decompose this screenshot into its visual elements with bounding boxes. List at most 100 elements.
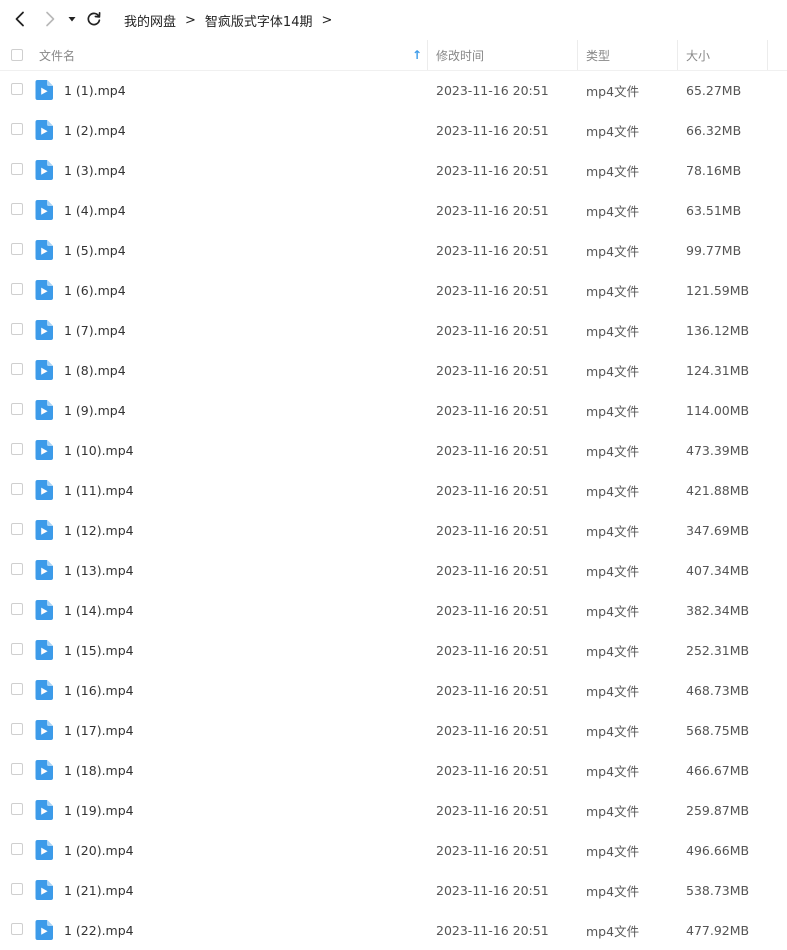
breadcrumb-item-current-folder[interactable]: 智疯版式字体14期 — [205, 11, 313, 30]
video-file-icon — [35, 560, 53, 580]
row-checkbox[interactable] — [11, 803, 23, 815]
file-modified: 2023-11-16 20:51 — [436, 242, 549, 258]
file-row[interactable]: 1 (22).mp4 2023-11-16 20:51 mp4文件 477.92… — [0, 910, 787, 950]
checkbox-box — [11, 49, 23, 61]
file-row[interactable]: 1 (5).mp4 2023-11-16 20:51 mp4文件 99.77MB — [0, 230, 787, 270]
file-row[interactable]: 1 (17).mp4 2023-11-16 20:51 mp4文件 568.75… — [0, 710, 787, 750]
file-row[interactable]: 1 (9).mp4 2023-11-16 20:51 mp4文件 114.00M… — [0, 390, 787, 430]
file-name: 1 (2).mp4 — [64, 122, 126, 138]
file-row[interactable]: 1 (2).mp4 2023-11-16 20:51 mp4文件 66.32MB — [0, 110, 787, 150]
column-header-name[interactable]: 文件名 — [39, 40, 75, 70]
column-header-modified[interactable]: 修改时间 — [436, 40, 484, 70]
forward-button[interactable] — [39, 8, 61, 30]
column-divider[interactable] — [677, 40, 678, 70]
file-name: 1 (13).mp4 — [64, 562, 134, 578]
back-button[interactable] — [9, 8, 31, 30]
file-name: 1 (1).mp4 — [64, 82, 126, 98]
video-file-icon — [35, 280, 53, 300]
row-checkbox[interactable] — [11, 683, 23, 695]
file-size: 468.73MB — [686, 682, 750, 698]
file-name: 1 (16).mp4 — [64, 682, 134, 698]
file-row[interactable]: 1 (18).mp4 2023-11-16 20:51 mp4文件 466.67… — [0, 750, 787, 790]
caret-down-icon — [68, 17, 76, 22]
row-checkbox[interactable] — [11, 763, 23, 775]
file-size: 114.00MB — [686, 402, 750, 418]
file-name: 1 (6).mp4 — [64, 282, 126, 298]
file-size: 347.69MB — [686, 522, 750, 538]
sort-ascending-icon[interactable]: ↑ — [412, 40, 422, 70]
file-row[interactable]: 1 (3).mp4 2023-11-16 20:51 mp4文件 78.16MB — [0, 150, 787, 190]
file-row[interactable]: 1 (21).mp4 2023-11-16 20:51 mp4文件 538.73… — [0, 870, 787, 910]
file-type: mp4文件 — [586, 363, 640, 379]
file-row[interactable]: 1 (14).mp4 2023-11-16 20:51 mp4文件 382.34… — [0, 590, 787, 630]
file-size: 473.39MB — [686, 442, 750, 458]
column-divider[interactable] — [577, 40, 578, 70]
video-file-icon — [35, 720, 53, 740]
file-size: 252.31MB — [686, 642, 750, 658]
video-file-icon — [35, 440, 53, 460]
column-header-type[interactable]: 类型 — [586, 40, 610, 70]
breadcrumb-item-my-drive[interactable]: 我的网盘 — [124, 11, 176, 30]
row-checkbox[interactable] — [11, 363, 23, 375]
file-modified: 2023-11-16 20:51 — [436, 82, 549, 98]
file-name: 1 (15).mp4 — [64, 642, 134, 658]
file-row[interactable]: 1 (12).mp4 2023-11-16 20:51 mp4文件 347.69… — [0, 510, 787, 550]
refresh-icon — [87, 11, 101, 26]
file-size: 382.34MB — [686, 602, 750, 618]
column-header-size[interactable]: 大小 — [686, 40, 710, 70]
file-row[interactable]: 1 (10).mp4 2023-11-16 20:51 mp4文件 473.39… — [0, 430, 787, 470]
row-checkbox[interactable] — [11, 523, 23, 535]
video-file-icon — [35, 360, 53, 380]
row-checkbox[interactable] — [11, 163, 23, 175]
file-type: mp4文件 — [586, 163, 640, 179]
row-checkbox[interactable] — [11, 563, 23, 575]
file-modified: 2023-11-16 20:51 — [436, 122, 549, 138]
row-checkbox[interactable] — [11, 443, 23, 455]
select-all-checkbox[interactable] — [11, 40, 23, 70]
row-checkbox[interactable] — [11, 283, 23, 295]
column-divider[interactable] — [427, 40, 428, 70]
file-row[interactable]: 1 (4).mp4 2023-11-16 20:51 mp4文件 63.51MB — [0, 190, 787, 230]
file-modified: 2023-11-16 20:51 — [436, 282, 549, 298]
file-type: mp4文件 — [586, 523, 640, 539]
row-checkbox[interactable] — [11, 483, 23, 495]
file-row[interactable]: 1 (13).mp4 2023-11-16 20:51 mp4文件 407.34… — [0, 550, 787, 590]
column-divider[interactable] — [767, 40, 768, 70]
file-row[interactable]: 1 (20).mp4 2023-11-16 20:51 mp4文件 496.66… — [0, 830, 787, 870]
breadcrumb: 我的网盘 > 智疯版式字体14期 > — [124, 0, 341, 40]
video-file-icon — [35, 600, 53, 620]
row-checkbox[interactable] — [11, 243, 23, 255]
file-size: 421.88MB — [686, 482, 750, 498]
file-row[interactable]: 1 (1).mp4 2023-11-16 20:51 mp4文件 65.27MB — [0, 70, 787, 110]
row-checkbox[interactable] — [11, 123, 23, 135]
file-row[interactable]: 1 (6).mp4 2023-11-16 20:51 mp4文件 121.59M… — [0, 270, 787, 310]
file-row[interactable]: 1 (8).mp4 2023-11-16 20:51 mp4文件 124.31M… — [0, 350, 787, 390]
file-size: 466.67MB — [686, 762, 750, 778]
file-size: 259.87MB — [686, 802, 750, 818]
row-checkbox[interactable] — [11, 603, 23, 615]
row-checkbox[interactable] — [11, 843, 23, 855]
row-checkbox[interactable] — [11, 643, 23, 655]
file-row[interactable]: 1 (16).mp4 2023-11-16 20:51 mp4文件 468.73… — [0, 670, 787, 710]
row-checkbox[interactable] — [11, 83, 23, 95]
file-name: 1 (14).mp4 — [64, 602, 134, 618]
file-type: mp4文件 — [586, 723, 640, 739]
file-row[interactable]: 1 (7).mp4 2023-11-16 20:51 mp4文件 136.12M… — [0, 310, 787, 350]
refresh-button[interactable] — [83, 8, 105, 30]
file-modified: 2023-11-16 20:51 — [436, 442, 549, 458]
row-checkbox[interactable] — [11, 403, 23, 415]
row-checkbox[interactable] — [11, 883, 23, 895]
row-checkbox[interactable] — [11, 923, 23, 935]
row-checkbox[interactable] — [11, 323, 23, 335]
file-name: 1 (11).mp4 — [64, 482, 134, 498]
file-modified: 2023-11-16 20:51 — [436, 562, 549, 578]
file-type: mp4文件 — [586, 763, 640, 779]
file-row[interactable]: 1 (11).mp4 2023-11-16 20:51 mp4文件 421.88… — [0, 470, 787, 510]
history-dropdown-button[interactable] — [62, 8, 82, 30]
row-checkbox[interactable] — [11, 723, 23, 735]
file-size: 496.66MB — [686, 842, 750, 858]
file-row[interactable]: 1 (15).mp4 2023-11-16 20:51 mp4文件 252.31… — [0, 630, 787, 670]
file-name: 1 (10).mp4 — [64, 442, 134, 458]
row-checkbox[interactable] — [11, 203, 23, 215]
file-row[interactable]: 1 (19).mp4 2023-11-16 20:51 mp4文件 259.87… — [0, 790, 787, 830]
